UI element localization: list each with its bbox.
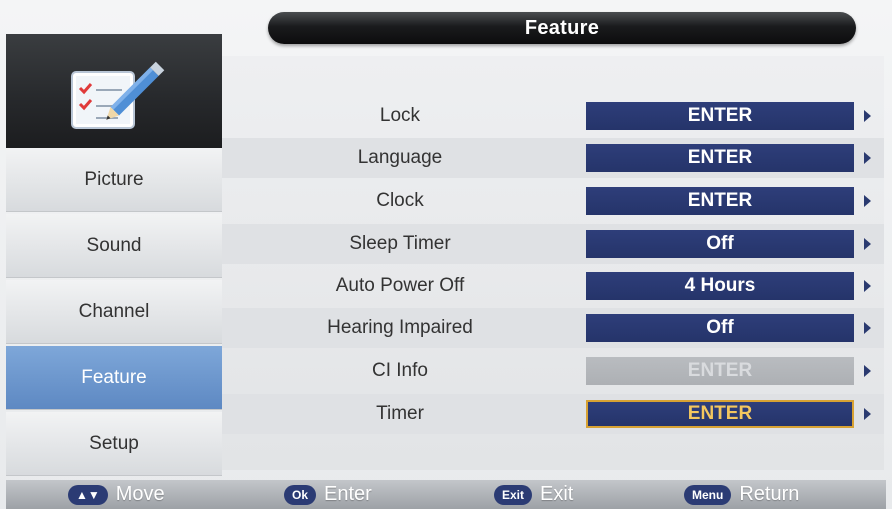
hint-label: Move xyxy=(115,483,165,505)
hint-return: Menu Return xyxy=(684,480,799,509)
sidebar-item-channel[interactable]: Channel xyxy=(6,280,222,344)
hint-label: Exit xyxy=(540,483,574,505)
row-value-button[interactable]: ENTER xyxy=(586,357,854,385)
triangle-right-icon xyxy=(864,280,871,292)
menu-row-clock[interactable]: Clock ENTER xyxy=(222,181,884,221)
row-value-button[interactable]: ENTER xyxy=(586,400,854,428)
menu-title-bar: Feature xyxy=(268,12,856,44)
checklist-pencil-icon xyxy=(64,50,174,134)
row-label: Hearing Impaired xyxy=(327,317,473,338)
row-value-button[interactable]: Off xyxy=(586,314,854,342)
sidebar-item-feature[interactable]: Feature xyxy=(6,346,222,410)
sidebar-item-setup[interactable]: Setup xyxy=(6,412,222,476)
menu-title: Feature xyxy=(524,16,600,39)
row-label: Timer xyxy=(376,403,424,424)
row-value-button[interactable]: ENTER xyxy=(586,144,854,172)
triangle-right-icon xyxy=(864,365,871,377)
up-down-key-icon: ▲▼ xyxy=(68,484,108,505)
sidebar: Picture Sound Channel Feature Setup xyxy=(6,148,222,478)
sidebar-item-sound[interactable]: Sound xyxy=(6,214,222,278)
hint-enter: Ok Enter xyxy=(284,480,372,509)
sidebar-item-label: Setup xyxy=(89,433,139,454)
hint-label: Enter xyxy=(324,483,372,505)
row-value-button[interactable]: ENTER xyxy=(586,102,854,130)
hint-label: Return xyxy=(739,483,800,505)
sidebar-item-label: Feature xyxy=(81,367,147,388)
row-value-button[interactable]: 4 Hours xyxy=(586,272,854,300)
row-label: Sleep Timer xyxy=(349,233,451,254)
triangle-right-icon xyxy=(864,195,871,207)
row-label: Lock xyxy=(379,105,421,126)
triangle-right-icon xyxy=(864,322,871,334)
menu-row-hearing-impaired[interactable]: Hearing Impaired Off xyxy=(222,308,884,348)
sidebar-item-label: Picture xyxy=(84,169,144,190)
sidebar-item-picture[interactable]: Picture xyxy=(6,148,222,212)
row-label: Clock xyxy=(376,190,424,211)
triangle-right-icon xyxy=(864,238,871,250)
triangle-right-icon xyxy=(864,110,871,122)
sidebar-item-label: Sound xyxy=(86,235,142,256)
sidebar-item-label: Channel xyxy=(78,301,150,322)
menu-row-sleep-timer[interactable]: Sleep Timer Off xyxy=(222,224,884,264)
menu-row-auto-power-off[interactable]: Auto Power Off 4 Hours xyxy=(222,266,884,306)
triangle-right-icon xyxy=(864,408,871,420)
button-hint-bar: ▲▼ Move Ok Enter Exit Exit Menu Return xyxy=(6,480,886,509)
hint-move: ▲▼ Move xyxy=(68,480,165,509)
feature-icon-panel xyxy=(6,34,222,148)
row-label: Auto Power Off xyxy=(335,275,465,296)
exit-key-icon: Exit xyxy=(494,484,533,505)
triangle-right-icon xyxy=(864,152,871,164)
menu-row-timer[interactable]: Timer ENTER xyxy=(222,394,884,434)
feature-menu-list: Lock ENTER Language ENTER Clock ENTER Sl… xyxy=(222,56,884,470)
menu-row-lock[interactable]: Lock ENTER xyxy=(222,96,884,136)
ok-key-icon: Ok xyxy=(284,484,317,505)
row-label: CI Info xyxy=(372,360,428,381)
hint-exit: Exit Exit xyxy=(494,480,573,509)
menu-row-ci-info[interactable]: CI Info ENTER xyxy=(222,351,884,391)
menu-key-icon: Menu xyxy=(684,484,732,505)
row-label: Language xyxy=(357,147,443,168)
tv-menu-screen: Feature Picture Sound Channel Feature Se… xyxy=(0,0,892,509)
menu-row-language[interactable]: Language ENTER xyxy=(222,138,884,178)
row-value-button[interactable]: ENTER xyxy=(586,187,854,215)
row-value-button[interactable]: Off xyxy=(586,230,854,258)
